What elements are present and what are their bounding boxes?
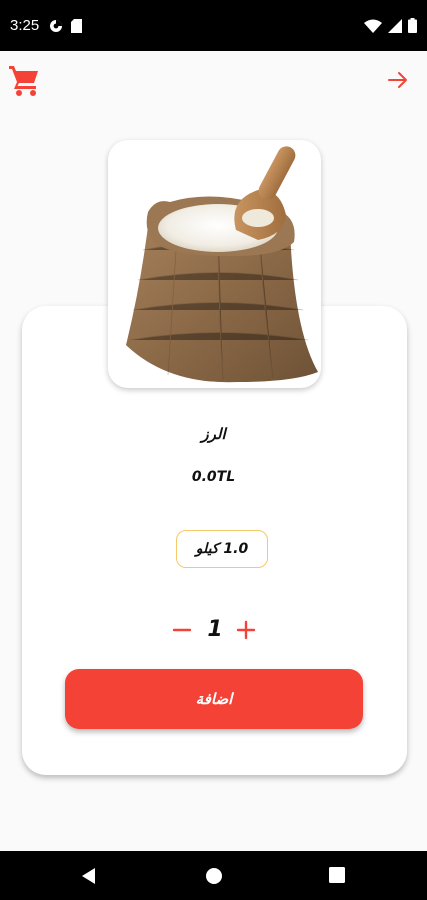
product-image xyxy=(108,140,321,388)
cart-button[interactable] xyxy=(8,63,40,97)
data-saver-icon xyxy=(50,19,63,32)
product-price: 0.0TL xyxy=(191,469,236,485)
weight-option-chip[interactable]: 1.0 كيلو xyxy=(176,530,268,568)
weight-option-label: 1.0 كيلو xyxy=(195,541,249,557)
status-bar: 3:25 xyxy=(0,0,427,51)
wifi-icon xyxy=(364,19,382,33)
nav-back-button[interactable] xyxy=(80,867,98,885)
sim-card-icon xyxy=(71,18,83,33)
navigation-bar xyxy=(0,851,427,900)
arrow-right-icon xyxy=(388,72,407,88)
plus-icon xyxy=(236,620,256,640)
minus-icon xyxy=(172,628,192,632)
add-to-cart-button[interactable]: اضافة xyxy=(65,669,363,729)
rice-sack-image xyxy=(126,146,318,383)
nav-home-button[interactable] xyxy=(205,867,223,885)
quantity-increase-button[interactable] xyxy=(236,620,256,640)
quantity-value: 1 xyxy=(207,617,223,642)
cellular-signal-icon xyxy=(388,18,402,33)
add-to-cart-label: اضافة xyxy=(195,690,233,708)
home-icon xyxy=(206,868,222,884)
shopping-cart-icon xyxy=(9,66,38,96)
forward-button[interactable] xyxy=(386,68,410,92)
back-icon xyxy=(82,868,95,884)
battery-icon xyxy=(408,18,417,33)
quantity-decrease-button[interactable] xyxy=(172,620,192,640)
nav-recents-button[interactable] xyxy=(329,867,345,883)
product-name: الرز xyxy=(201,425,226,443)
status-time: 3:25 xyxy=(10,17,40,34)
recents-icon xyxy=(329,867,345,883)
